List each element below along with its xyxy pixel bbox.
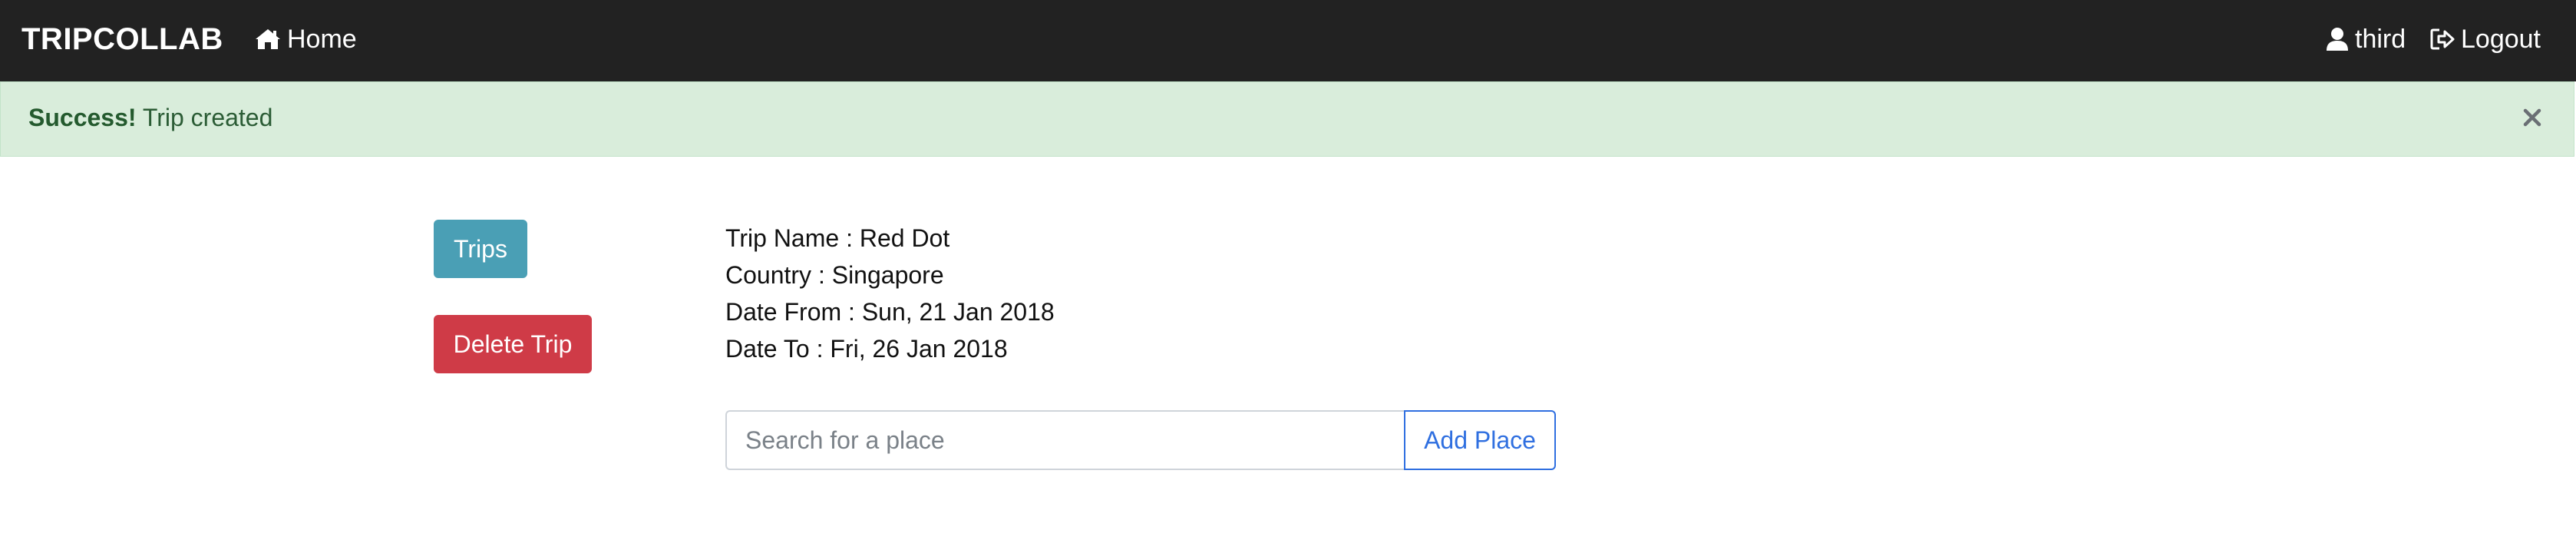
close-icon — [2523, 108, 2541, 131]
trip-name: Trip Name : Red Dot — [725, 224, 950, 252]
nav-home-label: Home — [287, 25, 357, 54]
alert-strong: Success! — [28, 104, 137, 131]
alert-message: Success! Trip created — [28, 102, 272, 133]
nav-user-link[interactable]: third — [2326, 22, 2406, 57]
user-icon — [2326, 27, 2349, 51]
trip-date-to: Date To : Fri, 26 Jan 2018 — [725, 335, 1008, 363]
alert-text: Trip created — [136, 104, 273, 131]
trip-country: Country : Singapore — [725, 261, 944, 289]
place-search-group: Add Place — [725, 410, 1556, 470]
brand-logo[interactable]: TRIPCOLLAB — [21, 22, 223, 57]
alert-close-button[interactable] — [2517, 104, 2548, 134]
add-place-button[interactable]: Add Place — [1404, 410, 1556, 470]
trips-button[interactable]: Trips — [434, 220, 527, 278]
home-icon — [255, 28, 281, 51]
nav-user-label: third — [2355, 25, 2406, 54]
trip-date-from: Date From : Sun, 21 Jan 2018 — [725, 298, 1055, 326]
nav-home-link[interactable]: Home — [255, 22, 357, 57]
success-alert: Success! Trip created — [0, 81, 2574, 157]
delete-trip-button[interactable]: Delete Trip — [434, 315, 592, 373]
nav-logout-link[interactable]: Logout — [2430, 22, 2541, 57]
top-navbar: TRIPCOLLAB Home third Logout — [0, 0, 2576, 81]
place-search-input[interactable] — [725, 410, 1404, 470]
trip-details: Trip Name : Red Dot Country : Singapore … — [725, 220, 1055, 367]
logout-icon — [2430, 28, 2455, 51]
nav-logout-label: Logout — [2461, 25, 2541, 54]
